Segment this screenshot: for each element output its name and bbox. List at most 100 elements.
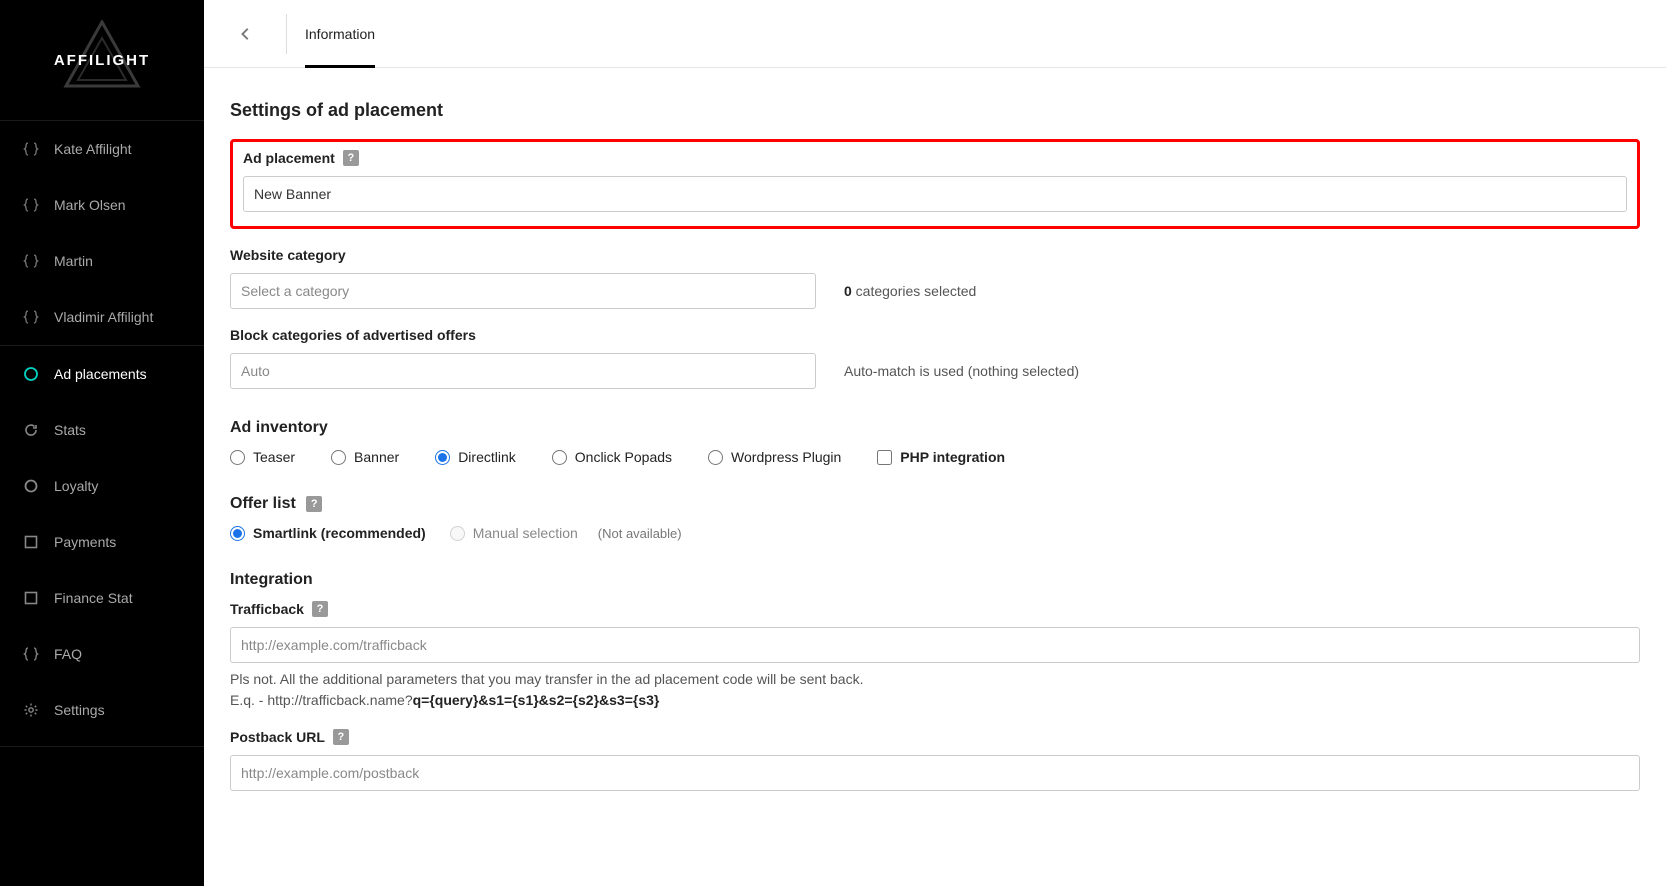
note-line1: Pls not. All the additional parameters t…	[230, 671, 863, 687]
logo-text: AFFILIGHT	[54, 52, 150, 69]
checkbox-php-integration[interactable]: PHP integration	[877, 449, 1005, 465]
radio-label: Smartlink (recommended)	[253, 525, 426, 541]
radio-input[interactable]	[230, 450, 245, 465]
label-text: Trafficback	[230, 601, 304, 617]
ad-inventory-options: Teaser Banner Directlink Onclick Popads …	[230, 449, 1640, 465]
radio-smartlink[interactable]: Smartlink (recommended)	[230, 525, 426, 541]
sidebar-item-finance-stat[interactable]: Finance Stat	[0, 570, 204, 626]
not-available-text: (Not available)	[598, 526, 682, 541]
radio-input[interactable]	[435, 450, 450, 465]
sidebar-user-label: Martin	[54, 253, 93, 269]
sidebar-user-vladimir[interactable]: Vladimir Affilight	[0, 289, 204, 345]
sidebar-item-settings[interactable]: Settings	[0, 682, 204, 738]
radio-directlink[interactable]: Directlink	[435, 449, 516, 465]
sidebar-item-label: FAQ	[54, 646, 82, 662]
radio-label: Banner	[354, 449, 399, 465]
circle-icon	[22, 477, 40, 495]
radio-label: Directlink	[458, 449, 516, 465]
page-title: Settings of ad placement	[230, 100, 1640, 121]
sidebar-user-label: Mark Olsen	[54, 197, 126, 213]
help-icon[interactable]: ?	[306, 496, 322, 512]
radio-label: Onclick Popads	[575, 449, 672, 465]
sidebar-item-label: Finance Stat	[54, 590, 133, 606]
checkbox-input[interactable]	[877, 450, 892, 465]
topbar: Information	[204, 0, 1666, 68]
radio-banner[interactable]: Banner	[331, 449, 399, 465]
block-categories-note: Auto-match is used (nothing selected)	[844, 363, 1079, 379]
trafficback-label: Trafficback ?	[230, 601, 1640, 617]
help-icon[interactable]: ?	[333, 729, 349, 745]
help-icon[interactable]: ?	[343, 150, 359, 166]
sidebar-item-label: Settings	[54, 702, 105, 718]
tab-information[interactable]: Information	[305, 0, 375, 68]
radio-input[interactable]	[230, 526, 245, 541]
radio-input[interactable]	[552, 450, 567, 465]
title-text: Offer list	[230, 495, 296, 512]
braces-icon	[22, 252, 40, 270]
braces-icon	[22, 645, 40, 663]
radio-input[interactable]	[331, 450, 346, 465]
radio-onclick-popads[interactable]: Onclick Popads	[552, 449, 672, 465]
sidebar-item-faq[interactable]: FAQ	[0, 626, 204, 682]
braces-icon	[22, 140, 40, 158]
sidebar-item-label: Loyalty	[54, 478, 98, 494]
divider	[286, 14, 287, 54]
sidebar-item-payments[interactable]: Payments	[0, 514, 204, 570]
website-category-label: Website category	[230, 247, 1640, 263]
website-category-note: 0 categories selected	[844, 283, 976, 299]
target-icon	[22, 365, 40, 383]
radio-manual-selection: Manual selection	[450, 525, 578, 541]
sidebar-item-label: Stats	[54, 422, 86, 438]
sidebar-item-stats[interactable]: Stats	[0, 402, 204, 458]
checkbox-label: PHP integration	[900, 449, 1005, 465]
ad-placement-highlight: Ad placement ?	[230, 139, 1640, 229]
chevron-left-icon	[239, 27, 253, 41]
label-text: Ad placement	[243, 150, 335, 166]
sidebar-user-label: Vladimir Affilight	[54, 309, 153, 325]
trafficback-note: Pls not. All the additional parameters t…	[230, 669, 1640, 711]
sidebar-user-mark[interactable]: Mark Olsen	[0, 177, 204, 233]
label-text: Postback URL	[230, 729, 325, 745]
radio-wordpress-plugin[interactable]: Wordpress Plugin	[708, 449, 841, 465]
count-text: categories selected	[852, 283, 977, 299]
sidebar: AFFILIGHT Kate Affilight Mark Olsen Mart…	[0, 0, 204, 886]
square-icon	[22, 589, 40, 607]
main: Information Settings of ad placement Ad …	[204, 0, 1666, 886]
postback-input[interactable]	[230, 755, 1640, 791]
ad-inventory-title: Ad inventory	[230, 419, 1640, 437]
radio-teaser[interactable]: Teaser	[230, 449, 295, 465]
gear-icon	[22, 701, 40, 719]
radio-label: Wordpress Plugin	[731, 449, 841, 465]
radio-input	[450, 526, 465, 541]
square-icon	[22, 533, 40, 551]
braces-icon	[22, 196, 40, 214]
logo: AFFILIGHT	[0, 0, 204, 120]
ad-placement-input[interactable]	[243, 176, 1627, 212]
postback-label: Postback URL ?	[230, 729, 1640, 745]
sidebar-item-ad-placements[interactable]: Ad placements	[0, 346, 204, 402]
block-categories-label: Block categories of advertised offers	[230, 327, 1640, 343]
ad-placement-label: Ad placement ?	[243, 150, 1627, 166]
braces-icon	[22, 308, 40, 326]
tab-label: Information	[305, 26, 375, 42]
count-value: 0	[844, 283, 852, 299]
back-button[interactable]	[224, 12, 268, 56]
sidebar-item-label: Ad placements	[54, 366, 147, 382]
note-line2-bold: q={query}&s1={s1}&s2={s2}&s3={s3}	[413, 692, 660, 708]
sidebar-user-kate[interactable]: Kate Affilight	[0, 121, 204, 177]
sidebar-item-loyalty[interactable]: Loyalty	[0, 458, 204, 514]
sidebar-user-martin[interactable]: Martin	[0, 233, 204, 289]
block-categories-input[interactable]	[230, 353, 816, 389]
trafficback-input[interactable]	[230, 627, 1640, 663]
website-category-input[interactable]	[230, 273, 816, 309]
help-icon[interactable]: ?	[312, 601, 328, 617]
sidebar-user-label: Kate Affilight	[54, 141, 132, 157]
content: Settings of ad placement Ad placement ? …	[204, 68, 1666, 849]
radio-input[interactable]	[708, 450, 723, 465]
note-line2-prefix: E.q. - http://trafficback.name?	[230, 692, 413, 708]
integration-title: Integration	[230, 571, 1640, 589]
radio-label: Manual selection	[473, 525, 578, 541]
sidebar-item-label: Payments	[54, 534, 116, 550]
offer-list-title: Offer list ?	[230, 495, 1640, 513]
refresh-icon	[22, 421, 40, 439]
